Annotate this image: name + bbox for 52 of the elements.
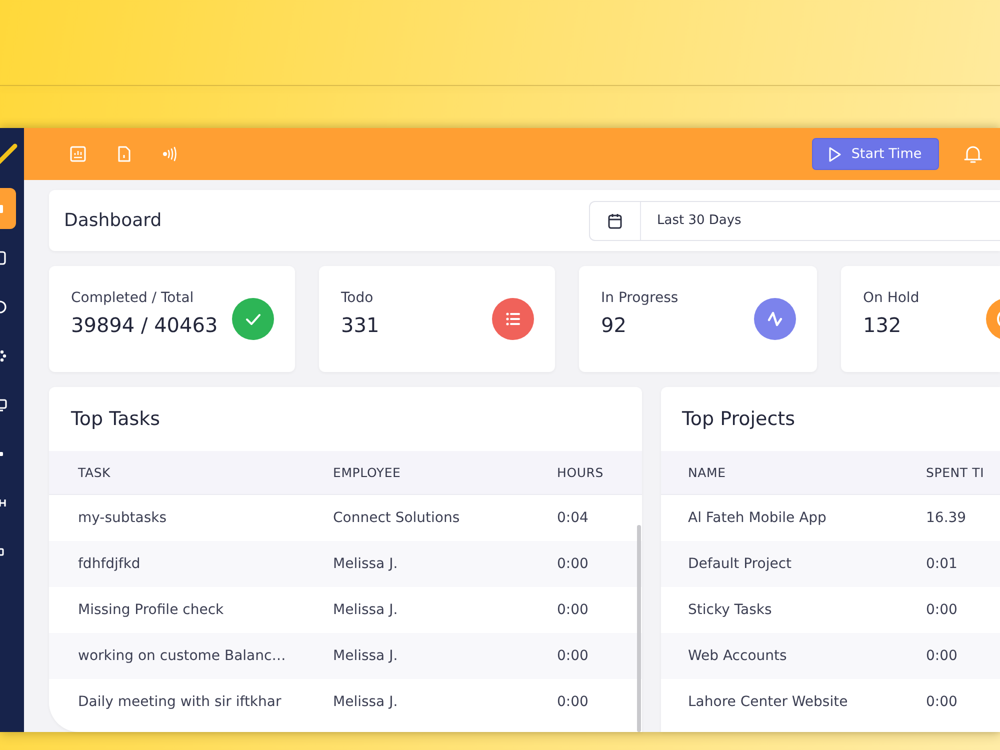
table-cell-text: 16.39 <box>926 510 968 526</box>
play-icon <box>829 146 842 162</box>
table-cell-text: Missing Profile check <box>78 602 225 618</box>
table-cell-text: Melissa J. <box>333 648 399 664</box>
stat-label: Completed / Total <box>71 290 195 306</box>
table-cell-text: fdhfdjfkd <box>78 556 142 572</box>
table-cell-text: 0:00 <box>926 648 958 664</box>
stat-value: 92 <box>601 312 628 336</box>
monitor-icon[interactable] <box>0 398 7 412</box>
table-cell-text: 0:00 <box>557 648 590 664</box>
panel-title: Top Projects <box>681 407 796 432</box>
table-cell-text: 0:00 <box>926 602 958 618</box>
table-cell-text: my-subtasks <box>78 510 168 526</box>
table-cell-text: Daily meeting with sir iftkhar <box>78 694 282 710</box>
table-cell-text: Sticky Tasks <box>688 602 773 618</box>
date-range-field[interactable]: Last 30 Days <box>589 200 1000 240</box>
table-cell-text: 0:00 <box>926 694 958 710</box>
stat-label: Todo <box>341 290 374 306</box>
table-cell-text: Default Project <box>688 556 793 572</box>
stat-value: 331 <box>341 312 380 336</box>
table-cell-text: 0:04 <box>557 510 590 526</box>
table-cell-text: 0:00 <box>557 556 590 572</box>
scrollbar[interactable] <box>637 525 641 732</box>
stat-value: 132 <box>863 312 902 336</box>
column-header: NAME <box>688 465 727 480</box>
table-cell-text: Web Accounts <box>688 648 788 664</box>
table-cell-text: 0:01 <box>926 556 958 572</box>
table-cell-text: Melissa J. <box>333 602 399 618</box>
dots-icon[interactable] <box>0 348 7 362</box>
column-header: SPENT TI <box>926 465 986 480</box>
start-time-button[interactable]: Start Time <box>812 138 939 170</box>
stat-value: 39894 / 40463 <box>71 312 218 336</box>
page-title: Dashboard <box>64 210 162 231</box>
nav-button[interactable] <box>0 188 16 229</box>
pencil-icon <box>0 142 18 164</box>
stat-label: In Progress <box>601 290 678 306</box>
table-cell-text: Connect Solutions <box>333 510 461 526</box>
table-cell-text: Al Fateh Mobile App <box>688 510 828 526</box>
column-header: EMPLOYEE <box>333 465 402 480</box>
table-cell-text: Melissa J. <box>333 556 399 572</box>
column-header: HOURS <box>557 465 605 480</box>
table-cell-text: Lahore Center Website <box>688 694 849 710</box>
tablet-icon[interactable] <box>0 250 7 264</box>
table-cell-text: 0:00 <box>557 694 590 710</box>
stat-label: On Hold <box>863 290 920 306</box>
column-header: TASK <box>78 465 112 480</box>
ring-icon[interactable] <box>0 300 7 314</box>
table-cell-text: 0:00 <box>557 602 590 618</box>
table-cell-text: working on custome Balanc… <box>78 648 287 664</box>
calendar-icon <box>608 212 622 228</box>
panel-title: Top Tasks <box>70 407 162 432</box>
table-cell-text: Melissa J. <box>333 694 399 710</box>
